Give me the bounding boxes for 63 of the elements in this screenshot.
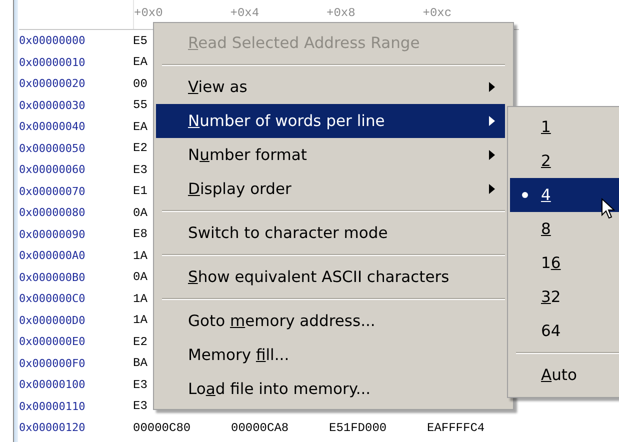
menu-item[interactable]: Goto memory address...	[156, 304, 505, 338]
menu-item[interactable]: 8	[510, 212, 619, 246]
menu-item[interactable]: Load file into memory...	[156, 372, 505, 406]
address-cell: 0x00000080	[19, 206, 86, 220]
column-header: +0x0	[134, 6, 164, 22]
address-cell: 0x000000E0	[19, 335, 86, 348]
address-cell: 0x00000050	[19, 142, 86, 155]
menu-item[interactable]: View as	[156, 70, 505, 104]
address-cell: 0x00000090	[19, 228, 86, 241]
value-cell: E3	[133, 399, 148, 414]
value-cell: 55	[133, 98, 148, 112]
address-cell: 0x00000040	[19, 120, 86, 134]
value-cell: BA	[133, 356, 148, 370]
menu-item[interactable]: 16	[510, 246, 619, 280]
menu-item[interactable]: Auto	[510, 358, 619, 392]
value-cell: E3	[133, 162, 148, 177]
address-cell: 0x000000A0	[19, 249, 86, 262]
value-cell: EA	[133, 120, 148, 134]
address-cell: 0x00000110	[19, 400, 86, 413]
address-cell: 0x000000B0	[19, 270, 86, 284]
mouse-pointer-icon	[601, 198, 615, 220]
value-cell: E1	[133, 184, 148, 198]
column-header: +0x8	[326, 6, 356, 22]
address-cell: 0x000000C0	[19, 292, 86, 306]
menu-item[interactable]: Number of words per line	[156, 104, 505, 138]
address-cell: 0x000000F0	[19, 356, 86, 370]
menu-item[interactable]: Switch to character mode	[156, 216, 505, 250]
value-cell: E8	[133, 227, 148, 242]
value-cell: 00	[133, 76, 148, 91]
value-cell: 0A	[133, 206, 148, 220]
menu-item[interactable]: 1	[510, 110, 619, 144]
value-cell: 00000CA8	[231, 420, 289, 435]
menu-item[interactable]: Display order	[156, 172, 505, 206]
value-cell: 1A	[133, 292, 148, 306]
address-cell: 0x00000070	[19, 184, 86, 198]
address-cell: 0x00000120	[19, 421, 86, 434]
value-cell: EAFFFFC4	[427, 420, 485, 435]
value-cell: 00000C80	[133, 420, 191, 435]
value-cell: E2	[133, 141, 148, 156]
menu-item[interactable]: 64	[510, 314, 619, 348]
address-cell: 0x00000030	[19, 98, 86, 112]
value-cell: E3	[133, 378, 148, 392]
value-cell: EA	[133, 55, 148, 70]
address-cell: 0x00000060	[19, 163, 86, 176]
column-header: +0xc	[422, 6, 453, 22]
value-cell: 1A	[133, 313, 148, 328]
column-header: +0x4	[230, 6, 260, 22]
value-cell: E51FD000	[329, 420, 387, 435]
menu-item[interactable]: 2	[510, 144, 619, 178]
value-cell: 0A	[133, 270, 148, 284]
menu-item[interactable]: Memory fill...	[156, 338, 505, 372]
menu-item[interactable]: Number format	[156, 138, 505, 172]
value-cell: E2	[133, 334, 148, 349]
address-cell: 0x00000010	[19, 56, 86, 69]
menu-item[interactable]: 4	[510, 178, 619, 212]
value-cell: E5	[133, 34, 148, 48]
menu-item[interactable]: Show equivalent ASCII characters	[156, 260, 505, 294]
value-cell: 1A	[133, 248, 148, 263]
menu-item[interactable]: 32	[510, 280, 619, 314]
address-cell: 0x00000000	[19, 34, 86, 48]
address-cell: 0x00000020	[19, 77, 86, 90]
address-cell: 0x000000D0	[19, 314, 86, 327]
address-cell: 0x00000100	[19, 378, 86, 392]
